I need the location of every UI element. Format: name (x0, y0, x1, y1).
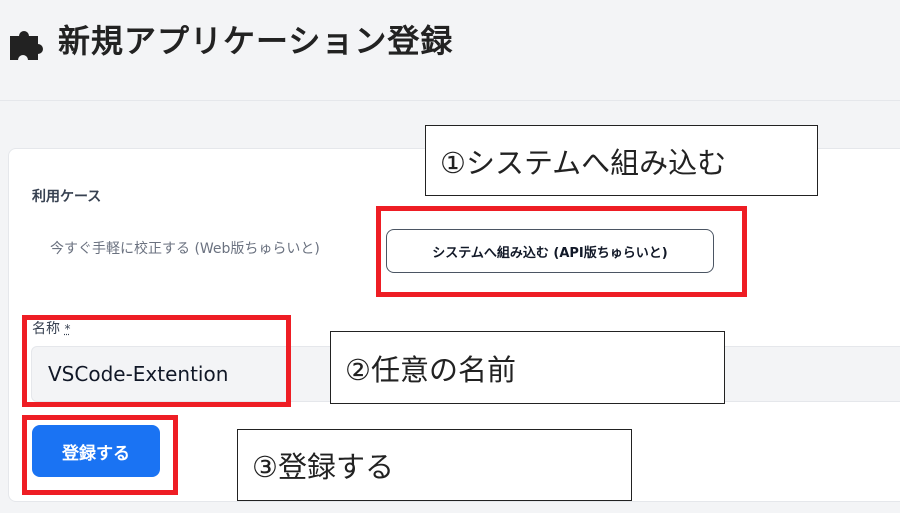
callout-2: ②任意の名前 (330, 331, 725, 404)
callout-1: ①システムへ組み込む (425, 125, 818, 196)
page: 新規アプリケーション登録 利用ケース 今すぐ手軽に校正する (Web版ちゅらいと… (0, 0, 900, 513)
highlight-box-usecase (376, 206, 747, 297)
highlight-box-name (22, 315, 291, 407)
callout-3: ③登録する (237, 429, 632, 501)
page-header: 新規アプリケーション登録 (0, 0, 900, 100)
page-title: 新規アプリケーション登録 (58, 22, 454, 60)
puzzle-icon (10, 30, 43, 60)
usecase-label: 利用ケース (32, 189, 102, 205)
header-divider (0, 100, 900, 101)
usecase-option-web[interactable]: 今すぐ手軽に校正する (Web版ちゅらいと) (50, 238, 320, 258)
highlight-box-submit (22, 415, 178, 495)
